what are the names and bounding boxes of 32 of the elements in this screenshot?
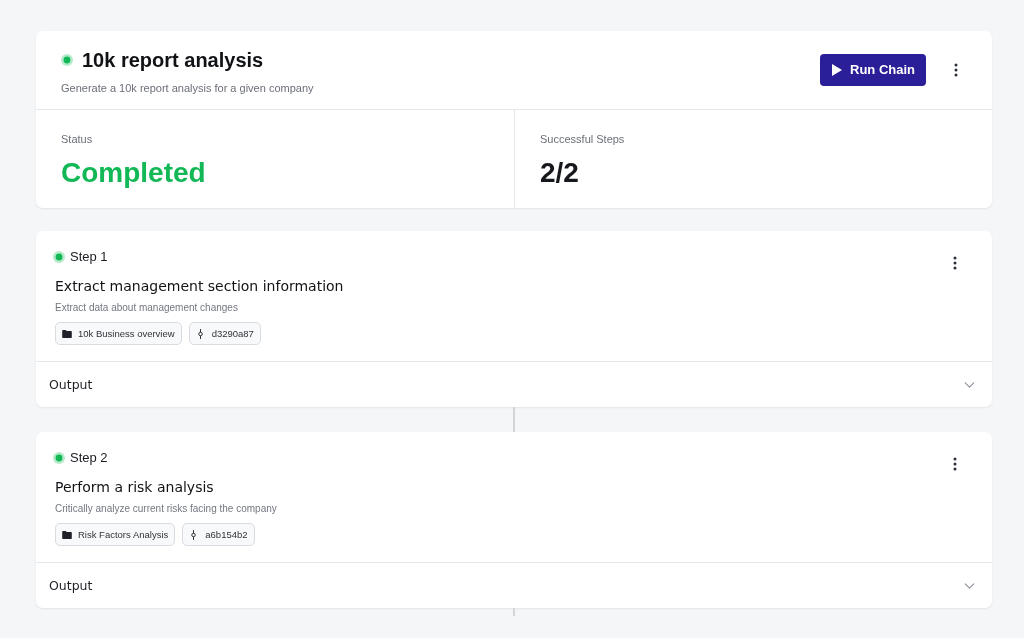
chevron-icon <box>964 582 975 589</box>
chevron-icon <box>964 381 975 388</box>
step-label: Step 1 <box>70 249 108 265</box>
folder-icon <box>62 530 72 539</box>
step-label: Step 2 <box>70 450 108 466</box>
run-chain-button[interactable]: Run Chain <box>820 53 926 86</box>
step-title: Perform a risk analysis <box>55 478 214 497</box>
output-accordion[interactable]: Output <box>36 362 992 407</box>
stat-value: 2/2 <box>540 156 579 190</box>
chain-description: Generate a 10k report analysis for a given company <box>61 81 314 95</box>
more-vertical-icon <box>953 256 957 270</box>
commit-icon <box>197 328 203 339</box>
stat-label: Status <box>61 132 93 146</box>
more-options-button[interactable] <box>953 256 957 270</box>
more-options-button[interactable] <box>954 62 958 77</box>
stat-value: Completed <box>61 156 206 190</box>
prompt-tag[interactable]: Risk Factors Analysis <box>55 523 176 546</box>
commit-icon <box>191 529 197 540</box>
more-vertical-icon <box>954 62 958 77</box>
step-title: Extract management section information <box>55 277 344 296</box>
chain-title: 10k report analysis <box>82 48 264 72</box>
prompt-tag[interactable]: 10k Business overview <box>55 322 182 345</box>
more-vertical-icon <box>953 457 957 471</box>
folder-icon <box>62 329 72 338</box>
step-description: Extract data about management changes <box>55 301 238 314</box>
stat-label: Successful Steps <box>540 132 625 146</box>
play-icon <box>832 63 842 76</box>
step-description: Critically analyze current risks facing the company <box>55 502 277 515</box>
commit-tag[interactable]: d3290a87 <box>188 322 261 345</box>
output-accordion[interactable]: Output <box>36 563 992 608</box>
more-options-button[interactable] <box>953 457 957 471</box>
commit-tag[interactable]: a6b154b2 <box>182 523 255 546</box>
